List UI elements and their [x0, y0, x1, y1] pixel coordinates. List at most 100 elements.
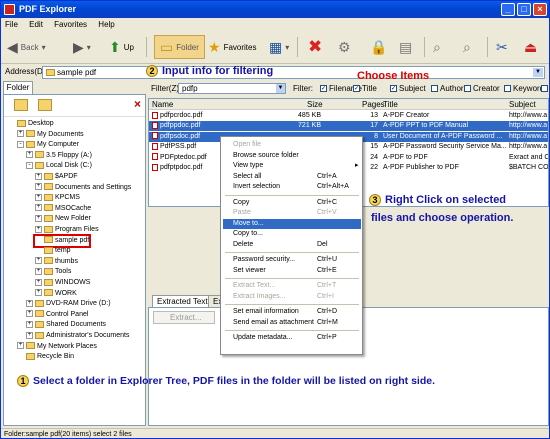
filter-checkbox[interactable]: Author — [431, 81, 464, 96]
extract-button[interactable]: Extract... — [153, 311, 215, 324]
context-menu-item[interactable]: Select all Ctrl+A — [223, 172, 361, 182]
tree-node[interactable]: temp — [35, 246, 71, 256]
address-input[interactable]: sample pdf ▼ — [42, 66, 545, 79]
minimize-button[interactable]: _ — [501, 3, 515, 16]
tree-node[interactable]: + MSOCache — [35, 204, 91, 214]
tree-node[interactable]: + WINDOWS — [35, 278, 90, 288]
folder-button[interactable]: ▭ Folder — [154, 35, 205, 59]
menu-edit[interactable]: Edit — [29, 20, 43, 29]
tree-node[interactable]: - My Computer — [17, 140, 79, 150]
expand-icon[interactable]: + — [35, 278, 42, 286]
expand-icon[interactable]: + — [26, 331, 33, 339]
expand-icon[interactable]: + — [26, 299, 33, 307]
expand-icon[interactable]: + — [26, 310, 33, 318]
checkbox-icon[interactable] — [464, 85, 471, 92]
view-button[interactable]: ▦ ▾ — [269, 35, 289, 59]
tree-node[interactable]: + Program Files — [35, 225, 99, 235]
tree-node[interactable]: + Documents and Settings — [35, 183, 131, 193]
back-button[interactable]: ◀ Back ▾ — [7, 35, 46, 59]
security-button[interactable]: 🔒 — [370, 35, 387, 59]
expand-icon[interactable]: + — [26, 151, 33, 159]
exit-button[interactable]: ⏏ — [524, 35, 537, 59]
expand-icon[interactable]: + — [35, 215, 42, 223]
search-button[interactable]: ⌕ — [433, 35, 441, 59]
tree-node[interactable]: +3.5 Floppy (A:) — [26, 151, 92, 161]
context-menu-item[interactable]: Browse source folder — [223, 151, 361, 161]
maximize-button[interactable]: □ — [517, 3, 531, 16]
column-title[interactable]: Title — [383, 99, 398, 110]
tree-node[interactable]: + $APDF — [35, 172, 78, 182]
chevron-down-icon[interactable]: ▼ — [276, 84, 285, 93]
tree-node[interactable]: sample pdf — [32, 233, 92, 248]
tree-node[interactable]: + My Documents — [17, 130, 84, 140]
favorites-button[interactable]: ★ Favorites — [208, 35, 256, 59]
collapse-icon[interactable]: - — [17, 140, 24, 148]
expand-icon[interactable]: + — [26, 321, 33, 329]
up-button[interactable]: ⬆ Up — [109, 35, 134, 59]
collapse-icon[interactable]: - — [26, 162, 33, 170]
expand-icon[interactable]: + — [35, 204, 42, 212]
filter-checkbox[interactable]: ✓ Subject — [390, 81, 426, 96]
expand-icon[interactable]: + — [35, 193, 42, 201]
expand-icon[interactable]: + — [35, 183, 42, 191]
context-menu-item[interactable]: Open file — [223, 140, 361, 150]
tab-extracted-text[interactable]: Extracted Text — [152, 295, 213, 307]
context-menu-item[interactable]: Copy Ctrl+C — [223, 198, 361, 208]
tree-node[interactable]: Desktop — [8, 119, 54, 129]
document-button[interactable]: ▤ — [399, 35, 412, 59]
column-name[interactable]: Name — [152, 99, 173, 110]
filter-checkbox[interactable]: Pro — [541, 81, 549, 96]
tree-node[interactable]: + Shared Documents — [26, 320, 106, 330]
checkbox-icon[interactable]: ✓ — [353, 85, 360, 92]
menu-help[interactable]: Help — [98, 20, 114, 29]
filter-checkbox[interactable]: Creator — [464, 81, 500, 96]
menu-file[interactable]: File — [5, 20, 18, 29]
close-button[interactable]: × — [533, 3, 547, 16]
column-pages[interactable]: Pages — [362, 99, 385, 110]
context-menu-item[interactable]: Extract Images... Ctrl+I — [223, 292, 361, 302]
new-folder-icon[interactable] — [14, 99, 28, 111]
tree-node[interactable]: + Control Panel — [26, 310, 88, 320]
expand-icon[interactable]: + — [35, 225, 42, 233]
context-menu-item[interactable]: Update metadata... Ctrl+P — [223, 333, 361, 343]
context-menu-item[interactable]: Set email information Ctrl+D — [223, 307, 361, 317]
context-menu-item[interactable]: Password security... Ctrl+U — [223, 255, 361, 265]
expand-icon[interactable]: + — [35, 268, 42, 276]
expand-icon[interactable]: + — [17, 342, 24, 350]
context-menu-item[interactable]: Extract Text... Ctrl+T — [223, 281, 361, 291]
tree-node[interactable]: Recycle Bin — [17, 352, 74, 362]
expand-icon[interactable]: + — [35, 257, 42, 265]
context-menu-item[interactable]: Send email as attachment Ctrl+M — [223, 318, 361, 328]
context-menu-item[interactable]: Set viewer Ctrl+E — [223, 266, 361, 276]
expand-icon[interactable]: + — [35, 289, 42, 297]
context-menu-item[interactable]: Invert selection Ctrl+Alt+A — [223, 182, 361, 192]
table-row[interactable]: pdfpcrdoc.pdf 485 KB 13 A-PDF Creator http:/… — [149, 111, 548, 121]
context-menu-item[interactable]: Delete Del — [223, 240, 361, 250]
tool-button[interactable]: ⚙ — [338, 35, 351, 59]
tree-node[interactable]: + New Folder — [35, 214, 91, 224]
tree-node[interactable]: + WORK — [35, 289, 77, 299]
context-menu-item[interactable]: Paste Ctrl+V — [223, 208, 361, 218]
tree-node[interactable]: - Local Disk (C:) — [26, 161, 92, 171]
checkbox-icon[interactable]: ✓ — [390, 85, 397, 92]
tree-node[interactable]: + My Network Places — [17, 342, 97, 352]
checkbox-icon[interactable] — [504, 85, 511, 92]
context-menu-item[interactable]: Copy to... — [223, 229, 361, 239]
filter-input[interactable]: pdfp ▼ — [178, 83, 286, 94]
favorite-folder-icon[interactable] — [38, 99, 52, 111]
tree-node[interactable]: + DVD-RAM Drive (D:) — [26, 299, 111, 309]
forward-button[interactable]: ▶ ▾ — [73, 35, 91, 59]
menu-favorites[interactable]: Favorites — [54, 20, 87, 29]
table-row[interactable]: pdfppdoc.pdf 721 KB 17 A-PDF PPT to PDF Man… — [149, 121, 548, 132]
delete-button[interactable]: ✖ — [308, 35, 322, 59]
tree-node[interactable]: + Tools — [35, 267, 71, 277]
context-menu-item[interactable]: View type ▸ — [223, 161, 361, 171]
tree-node[interactable]: + Administrator's Documents — [26, 331, 129, 341]
column-size[interactable]: Size — [307, 99, 323, 110]
context-menu-item[interactable]: Move to... — [223, 218, 361, 229]
tree-node[interactable]: + thumbs — [35, 257, 78, 267]
settings-button[interactable]: ✂ — [496, 35, 508, 59]
tree-node[interactable]: + KPCMS — [35, 193, 80, 203]
filter-checkbox[interactable]: ✓ Title — [353, 81, 377, 96]
tab-folder[interactable]: Folder — [3, 81, 33, 94]
